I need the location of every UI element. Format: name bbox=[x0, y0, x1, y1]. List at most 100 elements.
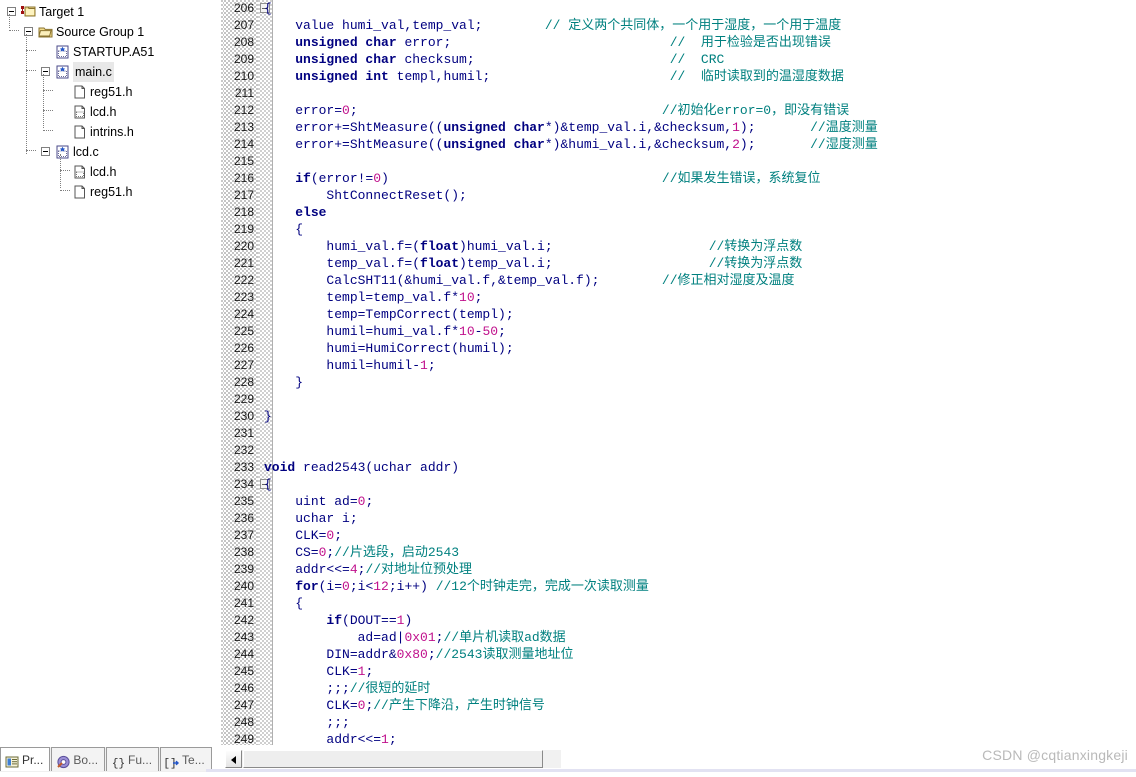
tree-item-lcd-h[interactable]: lcd.h bbox=[2, 102, 206, 122]
line-number: 209 bbox=[233, 52, 254, 66]
code-line[interactable]: 249 addr<<=1; bbox=[224, 731, 1136, 745]
scrollbar-track[interactable] bbox=[207, 0, 222, 745]
code-text: { bbox=[264, 477, 272, 492]
code-line[interactable]: 220 humi_val.f=(float)humi_val.i; //转换为浮… bbox=[224, 238, 1136, 255]
books-icon bbox=[56, 753, 70, 768]
tree-item-target-1[interactable]: Target 1 bbox=[2, 2, 206, 22]
tab-fu[interactable]: {} Fu... bbox=[106, 747, 160, 771]
code-line[interactable]: 230} bbox=[224, 408, 1136, 425]
tree-connector bbox=[9, 14, 11, 28]
code-text: CLK=1; bbox=[264, 664, 374, 679]
tab-bo[interactable]: Bo... bbox=[51, 747, 106, 771]
code-text: error+=ShtMeasure((unsigned char*)&temp_… bbox=[264, 120, 878, 135]
code-line[interactable]: 240 for(i=0;i<12;i++) //12个时钟走完，完成一次读取测量 bbox=[224, 578, 1136, 595]
tab-pr[interactable]: Pr... bbox=[0, 747, 51, 771]
code-text: CLK=0; bbox=[264, 528, 343, 543]
code-line[interactable]: 219 { bbox=[224, 221, 1136, 238]
tree-item-main-c[interactable]: main.c bbox=[2, 62, 206, 82]
line-number: 238 bbox=[233, 545, 254, 559]
watermark: CSDN @cqtianxingkeji bbox=[982, 747, 1128, 763]
code-line[interactable]: 223 templ=temp_val.f*10; bbox=[224, 289, 1136, 306]
left-arrow-icon[interactable] bbox=[225, 750, 242, 768]
code-text: temp=TempCorrect(templ); bbox=[264, 307, 514, 322]
code-line[interactable]: 233 void read2543(uchar addr) bbox=[224, 459, 1136, 476]
code-line[interactable]: 226 humi=HumiCorrect(humil); bbox=[224, 340, 1136, 357]
line-number: 233 bbox=[233, 460, 254, 474]
code-line[interactable]: 235 uint ad=0; bbox=[224, 493, 1136, 510]
code-line[interactable]: 214 error+=ShtMeasure((unsigned char*)&h… bbox=[224, 136, 1136, 153]
line-number: 245 bbox=[233, 664, 254, 678]
tree-item-source-group-1[interactable]: Source Group 1 bbox=[2, 22, 206, 42]
project-pane-tabs[interactable]: Pr... Bo... {}Fu...[]Te... bbox=[0, 747, 212, 772]
code-line[interactable]: 242 if(DOUT==1) bbox=[224, 612, 1136, 629]
code-line[interactable]: 215 bbox=[224, 153, 1136, 170]
scrollbar-thumb[interactable] bbox=[243, 750, 543, 768]
tree-item-label: STARTUP.A51 bbox=[73, 45, 155, 59]
code-editor[interactable]: 206 {207 value humi_val,temp_val; // 定义两个… bbox=[224, 0, 1136, 745]
code-text: } bbox=[264, 375, 304, 390]
tab-te[interactable]: []Te... bbox=[160, 747, 212, 771]
code-line[interactable]: 206 { bbox=[224, 0, 1136, 17]
code-line[interactable]: 237 CLK=0; bbox=[224, 527, 1136, 544]
tree-connector bbox=[26, 50, 36, 52]
tree-item-intrins-h[interactable]: intrins.h bbox=[2, 122, 206, 142]
line-number: 218 bbox=[233, 205, 254, 219]
tree-expander[interactable] bbox=[41, 147, 50, 156]
code-line[interactable]: 218 else bbox=[224, 204, 1136, 221]
source-file-icon bbox=[55, 145, 70, 159]
code-line[interactable]: 238 CS=0;//片选段，启动2543 bbox=[224, 544, 1136, 561]
code-line[interactable]: 234 { bbox=[224, 476, 1136, 493]
code-line[interactable]: 236 uchar i; bbox=[224, 510, 1136, 527]
code-line[interactable]: 216 if(error!=0) //如果发生错误，系统复位 bbox=[224, 170, 1136, 187]
code-line[interactable]: 207 value humi_val,temp_val; // 定义两个共同体，… bbox=[224, 17, 1136, 34]
project-tree-pane[interactable]: Target 1 Source Group 1 STARTUP.A51 main.c r… bbox=[0, 0, 207, 745]
tree-item-startup-a51[interactable]: STARTUP.A51 bbox=[2, 42, 206, 62]
code-text: { bbox=[264, 1, 272, 16]
code-line[interactable]: 213 error+=ShtMeasure((unsigned char*)&t… bbox=[224, 119, 1136, 136]
code-line[interactable]: 239 addr<<=4;//对地址位预处理 bbox=[224, 561, 1136, 578]
code-line[interactable]: 243 ad=ad|0x01;//单片机读取ad数据 bbox=[224, 629, 1136, 646]
line-number: 231 bbox=[233, 426, 254, 440]
code-line[interactable]: 210 unsigned int templ,humil; // 临时读取到的温… bbox=[224, 68, 1136, 85]
code-line[interactable]: 211 bbox=[224, 85, 1136, 102]
code-text: { bbox=[264, 222, 304, 237]
target-icon bbox=[21, 5, 36, 19]
code-text: ;;;//很短的延时 bbox=[264, 681, 431, 696]
code-line[interactable]: 209 unsigned char checksum; // CRC bbox=[224, 51, 1136, 68]
tree-connector bbox=[43, 74, 45, 128]
tree-item-lcd-h[interactable]: lcd.h bbox=[2, 162, 206, 182]
line-number: 213 bbox=[233, 120, 254, 134]
code-line[interactable]: 232 bbox=[224, 442, 1136, 459]
code-text: uint ad=0; bbox=[295, 494, 374, 509]
code-line[interactable]: 212 error=0; //初始化error=0，即没有错误 bbox=[224, 102, 1136, 119]
code-line[interactable]: 227 humil=humil-1; bbox=[224, 357, 1136, 374]
tab-label: Fu... bbox=[128, 752, 153, 767]
code-text: for(i=0;i<12;i++) //12个时钟走完，完成一次读取测量 bbox=[295, 579, 649, 594]
code-text-area[interactable]: 206 {207 value humi_val,temp_val; // 定义两个… bbox=[224, 0, 1136, 745]
line-number: 248 bbox=[233, 715, 254, 729]
tree-item-reg51-h[interactable]: reg51.h bbox=[2, 182, 206, 202]
code-line[interactable]: 217 ShtConnectReset(); bbox=[224, 187, 1136, 204]
line-number: 211 bbox=[234, 86, 254, 100]
project-tree[interactable]: Target 1 Source Group 1 STARTUP.A51 main.c r… bbox=[0, 0, 206, 202]
code-line[interactable]: 245 CLK=1; bbox=[224, 663, 1136, 680]
code-line[interactable]: 224 temp=TempCorrect(templ); bbox=[224, 306, 1136, 323]
code-line[interactable]: 221 temp_val.f=(float)temp_val.i; //转换为浮… bbox=[224, 255, 1136, 272]
code-line[interactable]: 248 ;;; bbox=[224, 714, 1136, 731]
code-line[interactable]: 231 bbox=[224, 425, 1136, 442]
code-line[interactable]: 222 CalcSHT11(&humi_val.f,&temp_val.f); … bbox=[224, 272, 1136, 289]
tab-label: Bo... bbox=[73, 752, 99, 767]
code-line[interactable]: 208 unsigned char error; // 用于检验是否出现错误 bbox=[224, 34, 1136, 51]
code-line[interactable]: 241 { bbox=[224, 595, 1136, 612]
code-line[interactable]: 229 bbox=[224, 391, 1136, 408]
code-line[interactable]: 244 DIN=addr&0x80;//2543读取测量地址位 bbox=[224, 646, 1136, 663]
code-line[interactable]: 225 humil=humi_val.f*10-50; bbox=[224, 323, 1136, 340]
tree-item-lcd-c[interactable]: lcd.c bbox=[2, 142, 206, 162]
tree-item-reg51-h[interactable]: reg51.h bbox=[2, 82, 206, 102]
code-line[interactable]: 247 CLK=0;//产生下降沿，产生时钟信号 bbox=[224, 697, 1136, 714]
code-line[interactable]: 246 ;;;//很短的延时 bbox=[224, 680, 1136, 697]
line-number: 224 bbox=[233, 307, 254, 321]
tab-label: Te... bbox=[182, 752, 205, 767]
code-line[interactable]: 228 } bbox=[224, 374, 1136, 391]
editor-horizontal-scrollbar[interactable] bbox=[224, 749, 562, 769]
